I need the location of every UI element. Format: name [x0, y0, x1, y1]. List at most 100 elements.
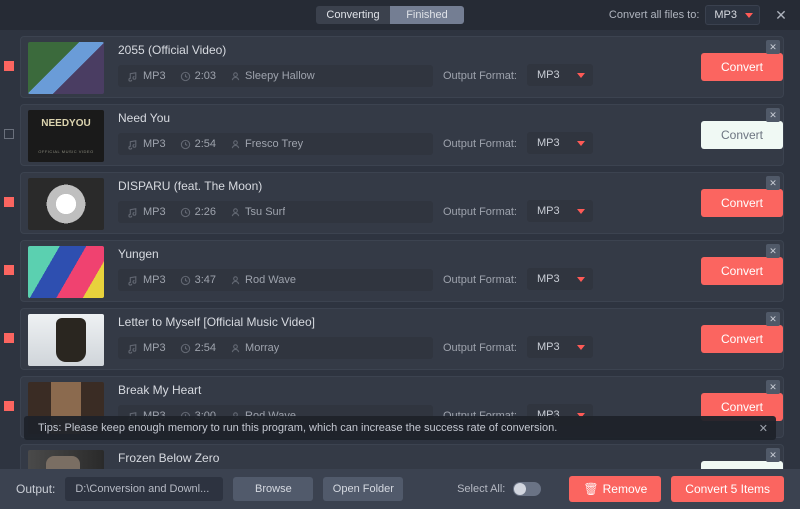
output-format-select[interactable]: MP3 — [527, 268, 593, 290]
track-meta: MP3 2:26 Tsu Surf — [118, 201, 433, 223]
user-icon — [230, 139, 241, 150]
remove-button[interactable]: 🗑Remove — [569, 476, 661, 502]
output-format-select[interactable]: MP3 — [527, 132, 593, 154]
row-checkbox[interactable] — [4, 333, 14, 343]
thumbnail[interactable] — [28, 246, 104, 298]
thumbnail[interactable] — [28, 110, 104, 162]
track-title: 2055 (Official Video) — [118, 43, 433, 57]
list-item: Need You MP3 2:54 Fresco Trey Output For… — [20, 104, 784, 166]
meta-artist: Sleepy Hallow — [230, 70, 423, 82]
tabs: Converting Finished — [316, 6, 464, 24]
music-note-icon — [128, 207, 139, 218]
convert-button[interactable]: Convert — [701, 325, 783, 353]
list-item: Letter to Myself [Official Music Video] … — [20, 308, 784, 370]
music-note-icon — [128, 71, 139, 82]
row-close-icon[interactable]: ✕ — [766, 312, 780, 326]
music-note-icon — [128, 343, 139, 354]
close-icon[interactable]: ✕ — [770, 4, 792, 26]
user-icon — [230, 275, 241, 286]
meta-artist: Rod Wave — [230, 274, 423, 286]
open-folder-button[interactable]: Open Folder — [323, 477, 403, 501]
row-close-icon[interactable]: ✕ — [766, 40, 780, 54]
row-close-icon[interactable]: ✕ — [766, 176, 780, 190]
row-checkbox[interactable] — [4, 265, 14, 275]
chevron-down-icon — [577, 141, 585, 146]
meta-artist: Tsu Surf — [230, 206, 423, 218]
convert-button[interactable]: Convert — [701, 189, 783, 217]
meta-format: MP3 — [128, 138, 166, 150]
clock-icon — [180, 71, 191, 82]
output-format-value: MP3 — [537, 341, 577, 353]
convert-button[interactable]: Convert — [701, 53, 783, 81]
row-close-icon[interactable]: ✕ — [766, 244, 780, 258]
track-title: Frozen Below Zero — [118, 451, 433, 465]
convert-button[interactable]: Convert — [701, 121, 783, 149]
output-label: Output: — [16, 482, 55, 496]
music-note-icon — [128, 275, 139, 286]
row-body: 2055 (Official Video) MP3 2:03 Sleepy Ha… — [104, 37, 443, 97]
meta-duration: 2:54 — [180, 342, 216, 354]
topbar: Converting Finished Convert all files to… — [0, 0, 800, 30]
meta-duration: 2:54 — [180, 138, 216, 150]
row-close-icon[interactable]: ✕ — [766, 380, 780, 394]
browse-button[interactable]: Browse — [233, 477, 313, 501]
output-format-select[interactable]: MP3 — [527, 64, 593, 86]
output-format-value: MP3 — [537, 137, 577, 149]
output-format-label: Output Format: — [443, 342, 517, 354]
convert-button[interactable]: Convert — [701, 257, 783, 285]
row-right: Output Format: MP3 Convert — [443, 173, 783, 233]
conversion-list: 2055 (Official Video) MP3 2:03 Sleepy Ha… — [0, 30, 800, 469]
output-format-select[interactable]: MP3 — [527, 336, 593, 358]
row-body: Letter to Myself [Official Music Video] … — [104, 309, 443, 369]
track-meta: MP3 2:54 Morray — [118, 337, 433, 359]
output-format-label: Output Format: — [443, 138, 517, 150]
clock-icon — [180, 275, 191, 286]
user-icon — [230, 71, 241, 82]
row-body: DISPARU (feat. The Moon) MP3 2:26 Tsu Su… — [104, 173, 443, 233]
thumbnail[interactable] — [28, 178, 104, 230]
tab-finished[interactable]: Finished — [390, 6, 464, 24]
tab-converting[interactable]: Converting — [316, 6, 390, 24]
meta-format: MP3 — [128, 206, 166, 218]
thumbnail[interactable] — [28, 42, 104, 94]
row-close-icon[interactable]: ✕ — [766, 108, 780, 122]
list-item: 2055 (Official Video) MP3 2:03 Sleepy Ha… — [20, 36, 784, 98]
output-format-value: MP3 — [537, 205, 577, 217]
output-path[interactable]: D:\Conversion and Downl... — [65, 477, 223, 501]
output-format-select[interactable]: MP3 — [527, 200, 593, 222]
thumbnail[interactable] — [28, 314, 104, 366]
row-right: Output Format: MP3 Convert — [443, 37, 783, 97]
meta-artist: Morray — [230, 342, 423, 354]
track-title: Yungen — [118, 247, 433, 261]
row-checkbox[interactable] — [4, 197, 14, 207]
meta-artist: Fresco Trey — [230, 138, 423, 150]
row-body: Yungen MP3 3:47 Rod Wave — [104, 241, 443, 301]
meta-duration: 2:26 — [180, 206, 216, 218]
meta-duration: 3:47 — [180, 274, 216, 286]
select-all-toggle[interactable] — [513, 482, 541, 496]
meta-format: MP3 — [128, 274, 166, 286]
meta-duration: 2:03 — [180, 70, 216, 82]
track-title: Need You — [118, 111, 433, 125]
track-title: Break My Heart — [118, 383, 433, 397]
music-note-icon — [128, 139, 139, 150]
tips-close-icon[interactable]: ✕ — [759, 422, 768, 435]
list-item: DISPARU (feat. The Moon) MP3 2:26 Tsu Su… — [20, 172, 784, 234]
trash-icon: 🗑 — [583, 482, 598, 496]
row-close-icon[interactable]: ✕ — [766, 448, 780, 462]
convert-all-button[interactable]: Convert 5 Items — [671, 476, 784, 502]
convert-all-format-select[interactable]: MP3 — [705, 5, 760, 25]
tips-text: Tips: Please keep enough memory to run t… — [38, 422, 759, 434]
output-format-label: Output Format: — [443, 70, 517, 82]
row-right: Output Format: MP3 Convert — [443, 309, 783, 369]
row-checkbox[interactable] — [4, 61, 14, 71]
convert-all-label: Convert all files to: — [609, 9, 699, 21]
chevron-down-icon — [577, 73, 585, 78]
row-checkbox[interactable] — [4, 401, 14, 411]
row-checkbox[interactable] — [4, 129, 14, 139]
list-item: Yungen MP3 3:47 Rod Wave Output Format: — [20, 240, 784, 302]
chevron-down-icon — [577, 345, 585, 350]
output-format-label: Output Format: — [443, 274, 517, 286]
user-icon — [230, 207, 241, 218]
row-right: Output Format: MP3 Convert — [443, 241, 783, 301]
